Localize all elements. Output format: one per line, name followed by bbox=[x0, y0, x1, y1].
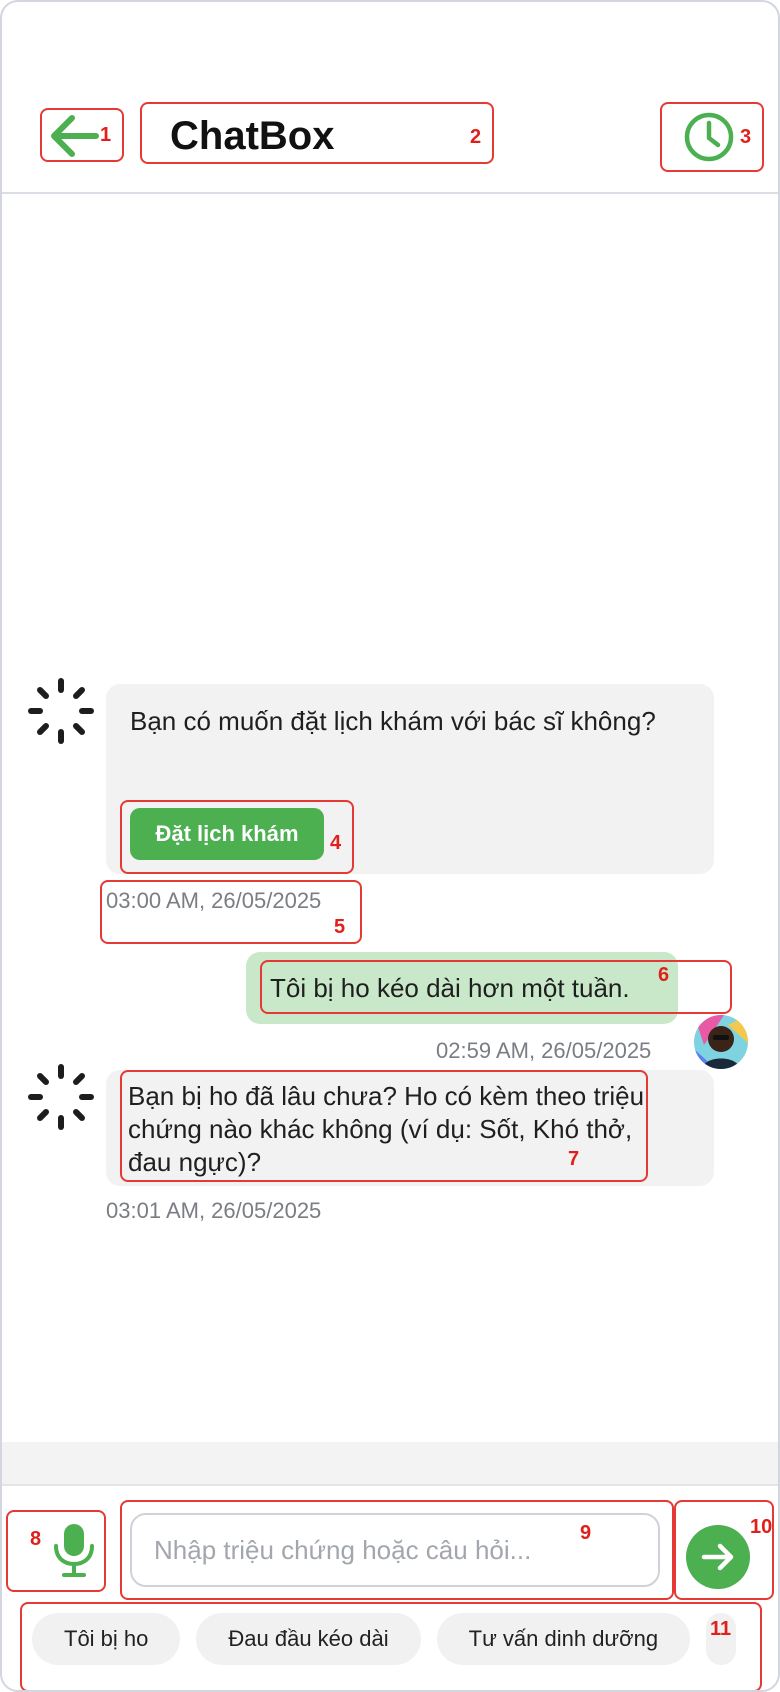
annotation-label: 7 bbox=[568, 1148, 580, 1170]
arrow-right-icon bbox=[701, 1543, 734, 1571]
quick-reply-chip[interactable]: Tư vấn dinh dưỡng bbox=[436, 1613, 691, 1665]
quick-reply-chip[interactable]: Đau đầu kéo dài bbox=[196, 1613, 421, 1665]
arrow-left-icon bbox=[51, 115, 99, 157]
annotation-label: 3 bbox=[740, 126, 752, 148]
quick-reply-chip[interactable]: Tôi bị ho bbox=[32, 1613, 181, 1665]
message-timestamp: 03:01 AM, 26/05/2025 bbox=[106, 1198, 322, 1223]
annotation-label: 10 bbox=[750, 1516, 773, 1538]
clock-icon bbox=[684, 112, 734, 162]
annotation-label: 9 bbox=[580, 1522, 592, 1544]
page-title: ChatBox bbox=[170, 114, 335, 158]
microphone-icon bbox=[54, 1524, 94, 1577]
annotation-label: 8 bbox=[30, 1528, 42, 1550]
composer-divider bbox=[2, 1484, 778, 1486]
header-divider bbox=[2, 192, 778, 194]
user-avatar bbox=[694, 1015, 748, 1069]
annotation-label: 5 bbox=[334, 916, 346, 938]
bot-loading-avatar-icon bbox=[28, 678, 94, 744]
back-button[interactable] bbox=[46, 110, 102, 162]
user-message-text: Tôi bị ho kéo dài hơn một tuần. bbox=[270, 973, 630, 1003]
composer-top-band bbox=[2, 1442, 778, 1484]
bot-message-text: Bạn có muốn đặt lịch khám với bác sĩ khô… bbox=[130, 706, 656, 736]
annotation-label: 4 bbox=[330, 832, 342, 854]
quick-replies: Tôi bị ho Đau đầu kéo dài Tư vấn dinh dư… bbox=[32, 1613, 737, 1669]
annotation-label: 2 bbox=[470, 126, 482, 148]
annotation-label: 11 bbox=[710, 1618, 732, 1640]
bot-loading-avatar-icon bbox=[28, 1064, 94, 1130]
microphone-button[interactable] bbox=[52, 1522, 96, 1578]
app-frame: ChatBox Bạn có muốn đặt lịch khám với bá… bbox=[0, 0, 780, 1692]
annotation-label: 1 bbox=[100, 124, 112, 146]
send-button[interactable] bbox=[686, 1525, 750, 1589]
history-button[interactable] bbox=[682, 110, 736, 164]
annotation-label: 6 bbox=[658, 964, 670, 986]
message-timestamp: 03:00 AM, 26/05/2025 bbox=[106, 888, 322, 913]
message-timestamp: 02:59 AM, 26/05/2025 bbox=[436, 1038, 652, 1063]
book-appointment-button[interactable]: Đặt lịch khám bbox=[130, 808, 324, 860]
